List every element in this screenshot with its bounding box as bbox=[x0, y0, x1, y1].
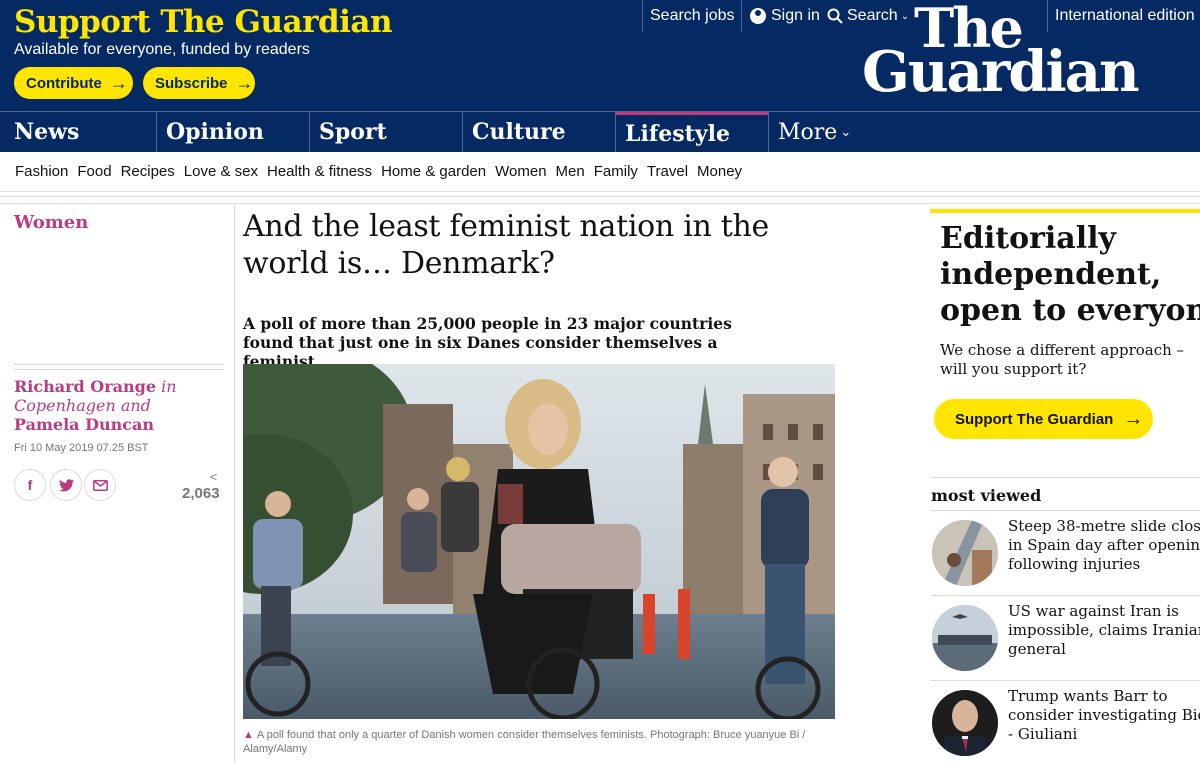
headline-line: following injuries bbox=[1008, 555, 1141, 573]
sign-in-link[interactable]: Sign in bbox=[741, 0, 820, 32]
most-viewed-headline: US war against Iran is impossible, claim… bbox=[1008, 602, 1200, 659]
most-viewed-item[interactable]: Steep 38-metre slide closes in Spain day… bbox=[930, 510, 1200, 595]
sign-in-label: Sign in bbox=[771, 7, 820, 24]
section-divider bbox=[0, 196, 1200, 204]
subnav-item-love-sex[interactable]: Love & sex bbox=[184, 163, 258, 180]
pillar-culture[interactable]: Culture bbox=[462, 112, 615, 152]
contribute-button[interactable]: Contribute → bbox=[14, 67, 133, 99]
pillar-news[interactable]: News bbox=[0, 112, 156, 152]
column-divider bbox=[234, 205, 235, 762]
share-twitter-button[interactable] bbox=[50, 469, 82, 501]
publish-date: Fri 10 May 2019 07.25 BST bbox=[14, 442, 149, 454]
support-title: Support The Guardian bbox=[14, 4, 393, 40]
byline: Richard Orange in Copenhagen and Pamela … bbox=[14, 377, 219, 434]
support-panel-title-line-3: open to everyone bbox=[940, 293, 1200, 328]
subnav-item-recipes[interactable]: Recipes bbox=[121, 163, 175, 180]
headline-line: Steep 38-metre slide closes bbox=[1008, 517, 1200, 535]
share-count: 2,063 bbox=[182, 485, 220, 502]
support-subtitle: Available for everyone, funded by reader… bbox=[14, 41, 310, 58]
headline-line: consider investigating Biden bbox=[1008, 706, 1200, 724]
support-panel-title-line-2: independent, bbox=[940, 257, 1162, 292]
pillar-more[interactable]: More ⌄ bbox=[768, 112, 918, 152]
subnav-item-health-fitness[interactable]: Health & fitness bbox=[267, 163, 372, 180]
most-viewed-divider bbox=[930, 477, 1200, 478]
search-link[interactable]: Search ⌄ bbox=[820, 0, 909, 32]
pillar-sport[interactable]: Sport bbox=[309, 112, 462, 152]
headline-line: Trump wants Barr to bbox=[1008, 687, 1168, 705]
pillar-opinion[interactable]: Opinion bbox=[156, 112, 309, 152]
support-panel-subtitle: We chose a different approach – will you… bbox=[940, 341, 1185, 378]
most-viewed-headline: Trump wants Barr to consider investigati… bbox=[1008, 687, 1200, 744]
article-standfirst: A poll of more than 25,000 people in 23 … bbox=[243, 314, 732, 371]
twitter-icon bbox=[58, 478, 74, 491]
arrow-right-icon: → bbox=[1123, 407, 1144, 430]
search-jobs-link[interactable]: Search jobs bbox=[642, 0, 735, 32]
article-headline: And the least feminist nation in the wor… bbox=[243, 209, 769, 281]
chevron-down-icon: ⌄ bbox=[840, 124, 852, 140]
byline-in: in bbox=[156, 377, 177, 396]
arrow-right-icon: → bbox=[109, 72, 128, 93]
subnav: Fashion Food Recipes Love & sex Health &… bbox=[0, 152, 1200, 192]
meta-divider bbox=[14, 364, 224, 370]
author-link-1[interactable]: Richard Orange bbox=[14, 377, 156, 396]
most-viewed-headline: Steep 38-metre slide closes in Spain day… bbox=[1008, 517, 1200, 574]
cyclists-photo bbox=[243, 364, 835, 719]
headline-line: US war against Iran is bbox=[1008, 602, 1179, 620]
logo-line-2: Guardian bbox=[862, 39, 1140, 105]
subnav-item-home-garden[interactable]: Home & garden bbox=[381, 163, 486, 180]
most-viewed-item[interactable]: Trump wants Barr to consider investigati… bbox=[930, 680, 1200, 765]
subscribe-button[interactable]: Subscribe → bbox=[143, 67, 255, 99]
pillar-more-label: More bbox=[778, 119, 838, 145]
subscribe-label: Subscribe bbox=[155, 74, 228, 92]
most-viewed-thumbnail bbox=[932, 690, 998, 756]
site-header: Support The Guardian Available for every… bbox=[0, 0, 1200, 111]
arrow-right-icon: → bbox=[235, 72, 254, 93]
email-icon bbox=[92, 479, 108, 491]
search-icon bbox=[827, 8, 843, 24]
contribute-label: Contribute bbox=[26, 74, 102, 92]
article-main-image bbox=[243, 364, 835, 719]
headline-line: general bbox=[1008, 640, 1066, 658]
headline-line: impossible, claims Iranian bbox=[1008, 621, 1200, 639]
support-guardian-button[interactable]: Support The Guardian → bbox=[934, 399, 1153, 439]
most-viewed-item[interactable]: US war against Iran is impossible, claim… bbox=[930, 595, 1200, 680]
byline-place: Copenhagen bbox=[14, 396, 116, 415]
share-facebook-button[interactable]: f bbox=[14, 469, 46, 501]
edition-selector[interactable]: International edition bbox=[1047, 0, 1195, 32]
facebook-icon: f bbox=[27, 477, 33, 493]
share-icon: < bbox=[210, 470, 218, 484]
caption-text: A poll found that only a quarter of Dani… bbox=[243, 729, 806, 755]
user-icon bbox=[750, 8, 766, 24]
most-viewed-thumbnail bbox=[932, 520, 998, 586]
subnav-item-money[interactable]: Money bbox=[697, 163, 742, 180]
subnav-item-travel[interactable]: Travel bbox=[647, 163, 688, 180]
triangle-icon: ▲ bbox=[243, 729, 254, 741]
share-email-button[interactable] bbox=[84, 469, 116, 501]
subnav-item-men[interactable]: Men bbox=[556, 163, 585, 180]
support-panel: Editorially independent, open to everyon… bbox=[930, 209, 1200, 439]
support-panel-title: Editorially independent, open to everyon… bbox=[940, 221, 1200, 329]
author-link-2[interactable]: Pamela Duncan bbox=[14, 415, 154, 434]
subnav-item-food[interactable]: Food bbox=[77, 163, 111, 180]
byline-and: and bbox=[115, 396, 151, 415]
subnav-item-fashion[interactable]: Fashion bbox=[15, 163, 68, 180]
support-panel-title-line-1: Editorially bbox=[940, 221, 1116, 256]
image-caption: ▲ A poll found that only a quarter of Dan… bbox=[243, 728, 823, 756]
subnav-item-women[interactable]: Women bbox=[495, 163, 546, 180]
headline-line: - Giuliani bbox=[1008, 725, 1078, 743]
chevron-down-icon: ⌄ bbox=[900, 10, 910, 22]
headline-line: in Spain day after opening bbox=[1008, 536, 1200, 554]
most-viewed-thumbnail bbox=[932, 605, 998, 671]
most-viewed-title: most viewed bbox=[931, 486, 1042, 505]
search-label: Search bbox=[847, 7, 898, 24]
section-label[interactable]: Women bbox=[14, 212, 88, 233]
support-guardian-label: Support The Guardian bbox=[955, 410, 1114, 428]
pillar-nav: News Opinion Sport Culture Lifestyle Mor… bbox=[0, 111, 1200, 152]
pillar-lifestyle[interactable]: Lifestyle bbox=[615, 112, 768, 152]
subnav-item-family[interactable]: Family bbox=[594, 163, 638, 180]
subnav-list: Fashion Food Recipes Love & sex Health &… bbox=[15, 163, 751, 180]
